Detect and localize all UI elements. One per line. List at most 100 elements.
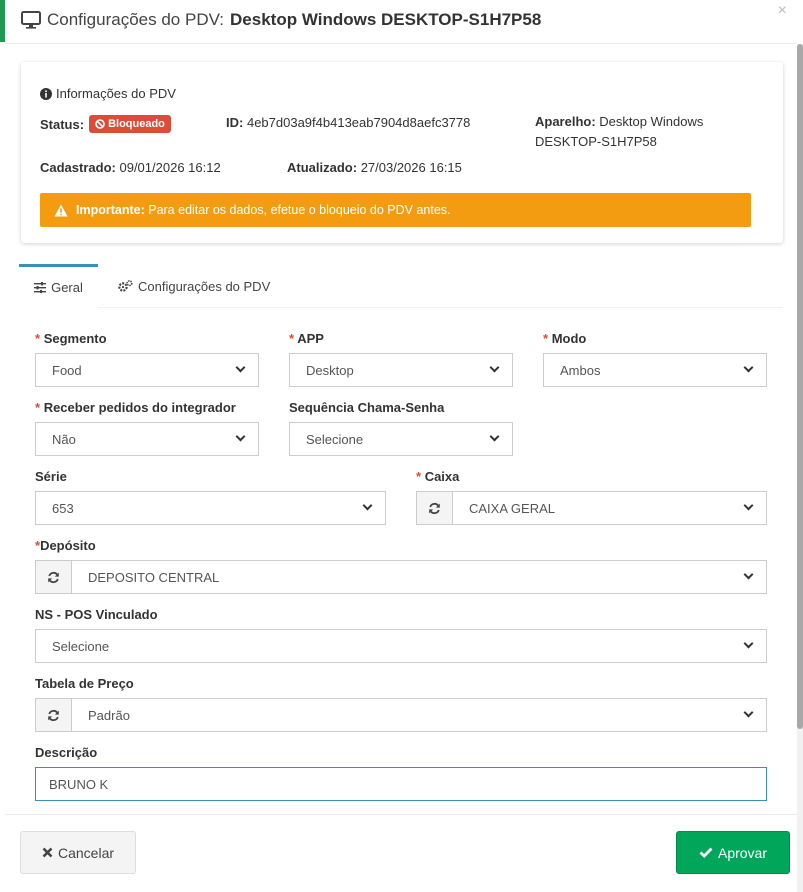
nspos-value: Selecione bbox=[52, 638, 110, 654]
segmento-label: * Segmento bbox=[35, 331, 107, 346]
cogs-icon bbox=[118, 280, 133, 292]
monitor-icon bbox=[21, 11, 41, 29]
required-mark: * bbox=[416, 469, 422, 484]
id-field: ID: 4eb7d03a9f4b413eab7904d8aefc3778 bbox=[226, 115, 470, 130]
aparelho-field: Aparelho: Desktop Windows DESKTOP-S1H7P5… bbox=[535, 112, 755, 152]
tab-configuracoes-pdv[interactable]: Configurações do PDV bbox=[118, 264, 278, 308]
chevron-down-icon bbox=[743, 638, 754, 649]
alert-text: Para editar os dados, efetue o bloqueio … bbox=[148, 203, 451, 217]
chevron-down-icon bbox=[743, 707, 754, 718]
deposito-value: DEPOSITO CENTRAL bbox=[88, 569, 220, 585]
nspos-select[interactable]: Selecione bbox=[35, 629, 767, 663]
tabela-select[interactable]: Padrão bbox=[72, 698, 767, 732]
scrollbar[interactable] bbox=[797, 44, 803, 892]
deposito-label: *Depósito bbox=[35, 538, 96, 553]
tabela-input-group: Padrão bbox=[35, 698, 767, 732]
descricao-label: Descrição bbox=[35, 745, 98, 760]
modal-title-prefix: Configurações do PDV: bbox=[47, 10, 225, 29]
approve-button[interactable]: Aprovar bbox=[676, 831, 790, 874]
status-label: Status: bbox=[40, 116, 85, 132]
scrollbar-thumb[interactable] bbox=[797, 44, 803, 729]
deposito-label-text: Depósito bbox=[40, 538, 96, 553]
atualizado-field: Atualizado: 27/03/2026 16:15 bbox=[287, 160, 462, 175]
receber-label-text: Receber pedidos do integrador bbox=[43, 400, 236, 415]
required-mark: * bbox=[35, 331, 41, 346]
caixa-label-text: Caixa bbox=[424, 469, 460, 484]
sliders-icon bbox=[34, 282, 47, 293]
tab-bar: Geral Configurações do PDV bbox=[19, 264, 783, 308]
status-badge-text: Bloqueado bbox=[108, 118, 165, 130]
tab-geral[interactable]: Geral bbox=[19, 264, 98, 308]
deposito-select[interactable]: DEPOSITO CENTRAL bbox=[72, 560, 767, 594]
caixa-refresh-button[interactable] bbox=[416, 491, 453, 525]
status-badge: Bloqueado bbox=[89, 115, 171, 133]
cadastrado-label: Cadastrado: bbox=[40, 160, 116, 175]
modal-title: Configurações do PDV: Desktop Windows DE… bbox=[21, 10, 541, 30]
chevron-down-icon bbox=[743, 362, 754, 373]
caixa-input-group: CAIXA GERAL bbox=[416, 491, 767, 525]
tabela-label: Tabela de Preço bbox=[35, 676, 134, 691]
receber-label: * Receber pedidos do integrador bbox=[35, 400, 236, 415]
segmento-value: Food bbox=[52, 362, 82, 378]
atualizado-label: Atualizado: bbox=[287, 160, 358, 175]
ban-icon bbox=[95, 119, 105, 129]
required-mark: * bbox=[289, 331, 295, 346]
serie-value: 653 bbox=[52, 500, 74, 516]
chevron-down-icon bbox=[489, 362, 500, 373]
modo-label-text: Modo bbox=[551, 331, 587, 346]
tabela-refresh-button[interactable] bbox=[35, 698, 72, 732]
background-page-edge bbox=[0, 0, 5, 892]
required-mark: * bbox=[543, 331, 549, 346]
atualizado-value: 27/03/2026 16:15 bbox=[360, 160, 462, 175]
receber-select[interactable]: Não bbox=[35, 422, 259, 456]
cadastrado-value: 09/01/2026 16:12 bbox=[119, 160, 221, 175]
caixa-select[interactable]: CAIXA GERAL bbox=[453, 491, 767, 525]
descricao-input[interactable]: BRUNO K bbox=[35, 767, 767, 801]
status-field: Status: Bloqueado bbox=[40, 115, 171, 133]
close-icon bbox=[42, 847, 53, 858]
tabela-value: Padrão bbox=[88, 707, 130, 723]
sequencia-label: Sequência Chama-Senha bbox=[289, 400, 445, 415]
warning-icon bbox=[54, 204, 68, 216]
modal-footer: Cancelar Aprovar bbox=[5, 814, 797, 892]
chevron-down-icon bbox=[362, 500, 373, 511]
aparelho-label: Aparelho: bbox=[535, 114, 596, 129]
id-value: 4eb7d03a9f4b413eab7904d8aefc3778 bbox=[246, 115, 471, 130]
cancel-button[interactable]: Cancelar bbox=[20, 831, 136, 874]
info-circle-icon bbox=[40, 87, 52, 100]
info-card-title: Informações do PDV bbox=[40, 86, 176, 101]
deposito-refresh-button[interactable] bbox=[35, 560, 72, 594]
modo-value: Ambos bbox=[560, 362, 601, 378]
tab-config-label: Configurações do PDV bbox=[138, 278, 271, 294]
modo-select[interactable]: Ambos bbox=[543, 353, 767, 387]
refresh-icon bbox=[48, 709, 59, 721]
chevron-down-icon bbox=[743, 500, 754, 511]
cancel-label: Cancelar bbox=[57, 844, 115, 861]
receber-value: Não bbox=[52, 431, 76, 447]
modal-header: Configurações do PDV: Desktop Windows DE… bbox=[5, 0, 797, 44]
app-label-text: APP bbox=[297, 331, 324, 346]
pdv-info-card: Informações do PDV Status: Bloqueado ID:… bbox=[21, 62, 783, 243]
chevron-down-icon bbox=[235, 431, 246, 442]
chevron-down-icon bbox=[743, 569, 754, 580]
sequencia-value: Selecione bbox=[306, 431, 364, 447]
segmento-select[interactable]: Food bbox=[35, 353, 259, 387]
cadastrado-field: Cadastrado: 09/01/2026 16:12 bbox=[40, 160, 221, 175]
refresh-icon bbox=[429, 502, 440, 514]
caixa-label: * Caixa bbox=[416, 469, 459, 484]
warning-alert: Importante: Para editar os dados, efetue… bbox=[40, 193, 751, 227]
caixa-value: CAIXA GERAL bbox=[469, 500, 555, 516]
sequencia-select[interactable]: Selecione bbox=[289, 422, 513, 456]
refresh-icon bbox=[48, 571, 59, 583]
modal-title-device: Desktop Windows DESKTOP-S1H7P58 bbox=[230, 10, 542, 29]
serie-label: Série bbox=[35, 469, 67, 484]
id-label: ID: bbox=[226, 115, 244, 130]
required-mark: * bbox=[35, 400, 41, 415]
tab-geral-label: Geral bbox=[51, 280, 83, 295]
deposito-input-group: DEPOSITO CENTRAL bbox=[35, 560, 767, 594]
app-value: Desktop bbox=[306, 362, 354, 378]
segmento-label-text: Segmento bbox=[43, 331, 107, 346]
app-select[interactable]: Desktop bbox=[289, 353, 513, 387]
serie-select[interactable]: 653 bbox=[35, 491, 386, 525]
close-button[interactable]: × bbox=[778, 2, 787, 20]
